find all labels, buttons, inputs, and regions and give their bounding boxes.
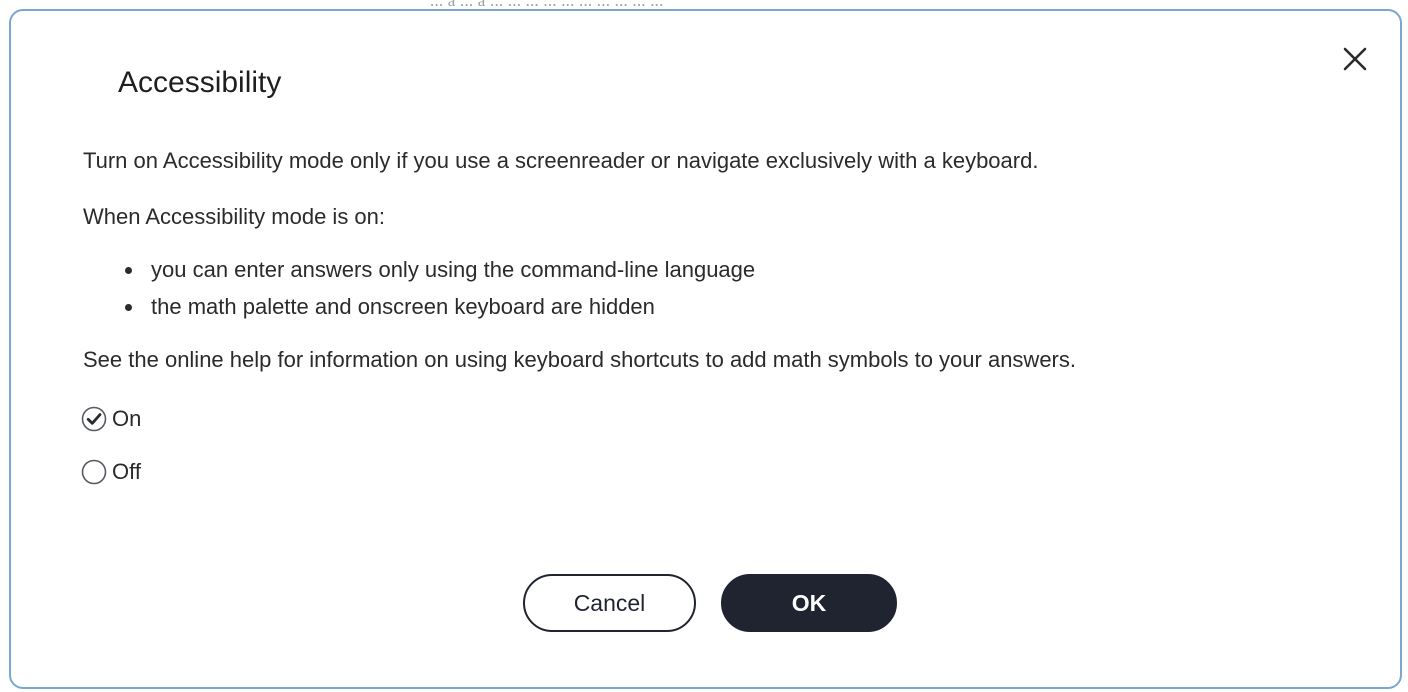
bullet-icon <box>125 304 132 311</box>
radio-off-label: Off <box>112 459 141 484</box>
radio-on[interactable]: On <box>81 406 141 432</box>
list-item-text: the math palette and onscreen keyboard a… <box>151 294 655 319</box>
list-item: the math palette and onscreen keyboard a… <box>83 293 755 330</box>
bullet-icon <box>125 267 132 274</box>
help-text: See the online help for information on u… <box>83 347 1076 372</box>
list-item: you can enter answers only using the com… <box>83 256 755 293</box>
close-button[interactable] <box>1337 41 1373 77</box>
ok-button[interactable]: OK <box>721 574 897 632</box>
check-circle-icon <box>81 406 107 432</box>
when-on-heading: When Accessibility mode is on: <box>83 204 386 229</box>
close-icon <box>1343 47 1367 71</box>
cancel-button[interactable]: Cancel <box>523 574 696 632</box>
empty-circle-icon <box>81 459 107 485</box>
list-item-text: you can enter answers only using the com… <box>151 257 756 282</box>
intro-text: Turn on Accessibility mode only if you u… <box>83 148 1039 173</box>
radio-off[interactable]: Off <box>81 459 141 485</box>
accessibility-dialog: Accessibility Turn on Accessibility mode… <box>9 9 1402 689</box>
accessibility-effects-list: you can enter answers only using the com… <box>83 256 755 330</box>
radio-on-label: On <box>112 406 142 431</box>
dialog-title: Accessibility <box>118 66 282 99</box>
